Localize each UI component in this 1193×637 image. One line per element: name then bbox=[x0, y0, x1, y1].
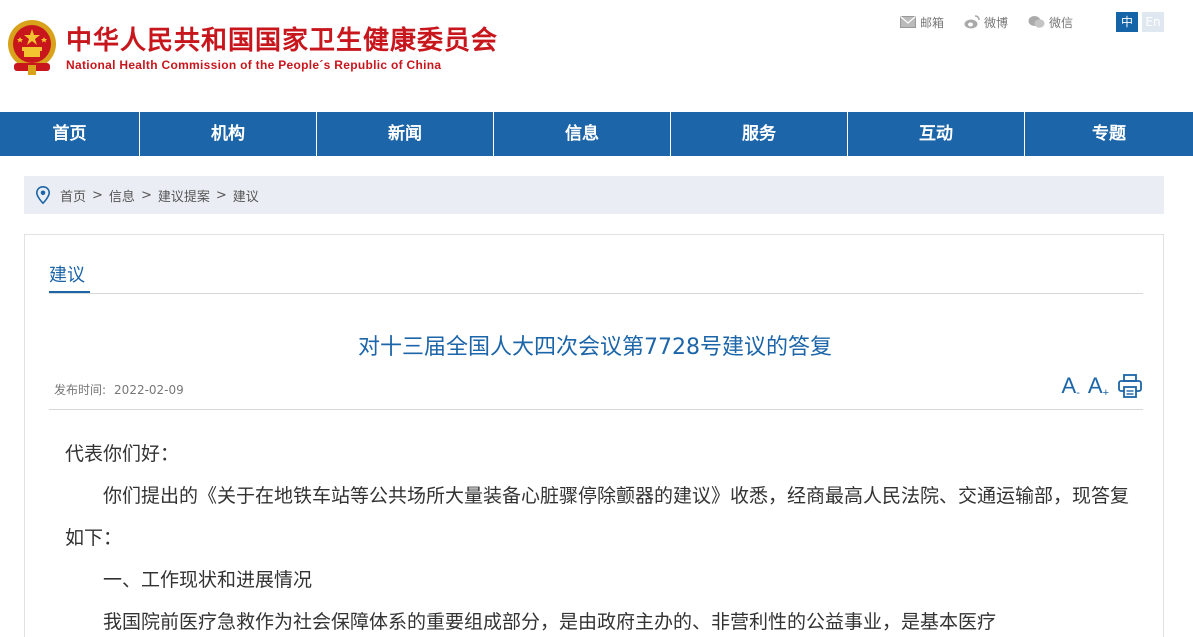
site-header: 中华人民共和国国家卫生健康委员会 National Health Commiss… bbox=[0, 0, 1193, 112]
national-emblem-icon bbox=[8, 20, 56, 75]
article-paragraph: 一、工作现状和进展情况 bbox=[103, 569, 313, 591]
breadcrumb-separator: > bbox=[92, 187, 103, 203]
nav-item-services[interactable]: 服务 bbox=[671, 112, 848, 156]
font-decrease-button[interactable]: A- bbox=[1062, 373, 1080, 399]
mail-label: 邮箱 bbox=[920, 15, 945, 30]
article-paragraph: 我国院前医疗急救作为社会保障体系的重要组成部分，是由政府主办的、非营利性的公益事… bbox=[103, 611, 997, 633]
weibo-link[interactable]: 微博 bbox=[964, 14, 1008, 31]
article-tools: A- A + bbox=[1054, 373, 1143, 399]
breadcrumb: 首页 > 信息 > 建议提案 > 建议 bbox=[24, 176, 1164, 214]
nav-item-interaction[interactable]: 互动 bbox=[848, 112, 1025, 156]
top-links: 邮箱 微博 微信 bbox=[900, 13, 1093, 31]
lang-chinese-button[interactable]: 中 bbox=[1116, 12, 1138, 32]
nav-item-news[interactable]: 新闻 bbox=[317, 112, 494, 156]
nav-item-topics[interactable]: 专题 bbox=[1025, 112, 1193, 156]
printer-icon bbox=[1118, 374, 1142, 398]
breadcrumb-home[interactable]: 首页 bbox=[60, 186, 86, 205]
site-title-english: National Health Commission of the People… bbox=[66, 58, 442, 72]
lang-english-button[interactable]: En bbox=[1142, 12, 1164, 32]
weibo-label: 微博 bbox=[984, 15, 1009, 30]
font-increase-sign: + bbox=[1102, 387, 1109, 399]
section-divider bbox=[49, 293, 1143, 294]
breadcrumb-proposals[interactable]: 建议提案 bbox=[158, 186, 210, 205]
font-increase-button[interactable]: A + bbox=[1088, 373, 1109, 399]
section-title: 建议 bbox=[49, 265, 85, 286]
font-increase-label: A bbox=[1087, 373, 1103, 398]
language-switcher: 中 En bbox=[1116, 12, 1168, 32]
location-pin-icon bbox=[36, 186, 50, 204]
font-decrease-label: A bbox=[1061, 373, 1077, 398]
weibo-icon bbox=[964, 15, 980, 29]
wechat-label: 微信 bbox=[1049, 15, 1074, 30]
nav-item-home[interactable]: 首页 bbox=[0, 112, 140, 156]
nav-item-information[interactable]: 信息 bbox=[494, 112, 671, 156]
breadcrumb-information[interactable]: 信息 bbox=[109, 186, 135, 205]
article-body: 代表你们好： 你们提出的《关于在地铁车站等公共场所大量装备心脏骤停除颤器的建议》… bbox=[65, 433, 1129, 637]
mail-icon bbox=[900, 16, 916, 28]
nav-item-organization[interactable]: 机构 bbox=[140, 112, 317, 156]
article-title: 对十三届全国人大四次会议第7728号建议的答复 bbox=[358, 335, 832, 360]
site-title[interactable]: 中华人民共和国国家卫生健康委员会 bbox=[66, 20, 498, 57]
font-decrease-sign: - bbox=[1076, 387, 1080, 399]
article-meta: 发布时间: 2022-02-09 bbox=[54, 381, 184, 398]
breadcrumb-suggestions[interactable]: 建议 bbox=[233, 186, 259, 205]
print-button[interactable] bbox=[1117, 373, 1143, 399]
wechat-link[interactable]: 微信 bbox=[1028, 14, 1073, 31]
wechat-icon bbox=[1028, 16, 1045, 28]
publish-date-label: 发布时间: bbox=[54, 383, 107, 397]
publish-date: 2022-02-09 bbox=[114, 383, 184, 397]
mail-link[interactable]: 邮箱 bbox=[900, 14, 944, 31]
breadcrumb-separator: > bbox=[215, 187, 227, 203]
article-paragraph: 你们提出的《关于在地铁车站等公共场所大量装备心脏骤停除颤器的建议》收悉，经商最高… bbox=[65, 485, 1130, 549]
article-paragraph: 代表你们好： bbox=[65, 443, 180, 465]
breadcrumb-separator: > bbox=[140, 187, 152, 203]
meta-divider bbox=[49, 409, 1143, 410]
main-nav: 首页 机构 新闻 信息 服务 互动 专题 bbox=[0, 112, 1193, 156]
content-panel: 建议 对十三届全国人大四次会议第7728号建议的答复 发布时间: 2022-02-… bbox=[24, 234, 1164, 637]
